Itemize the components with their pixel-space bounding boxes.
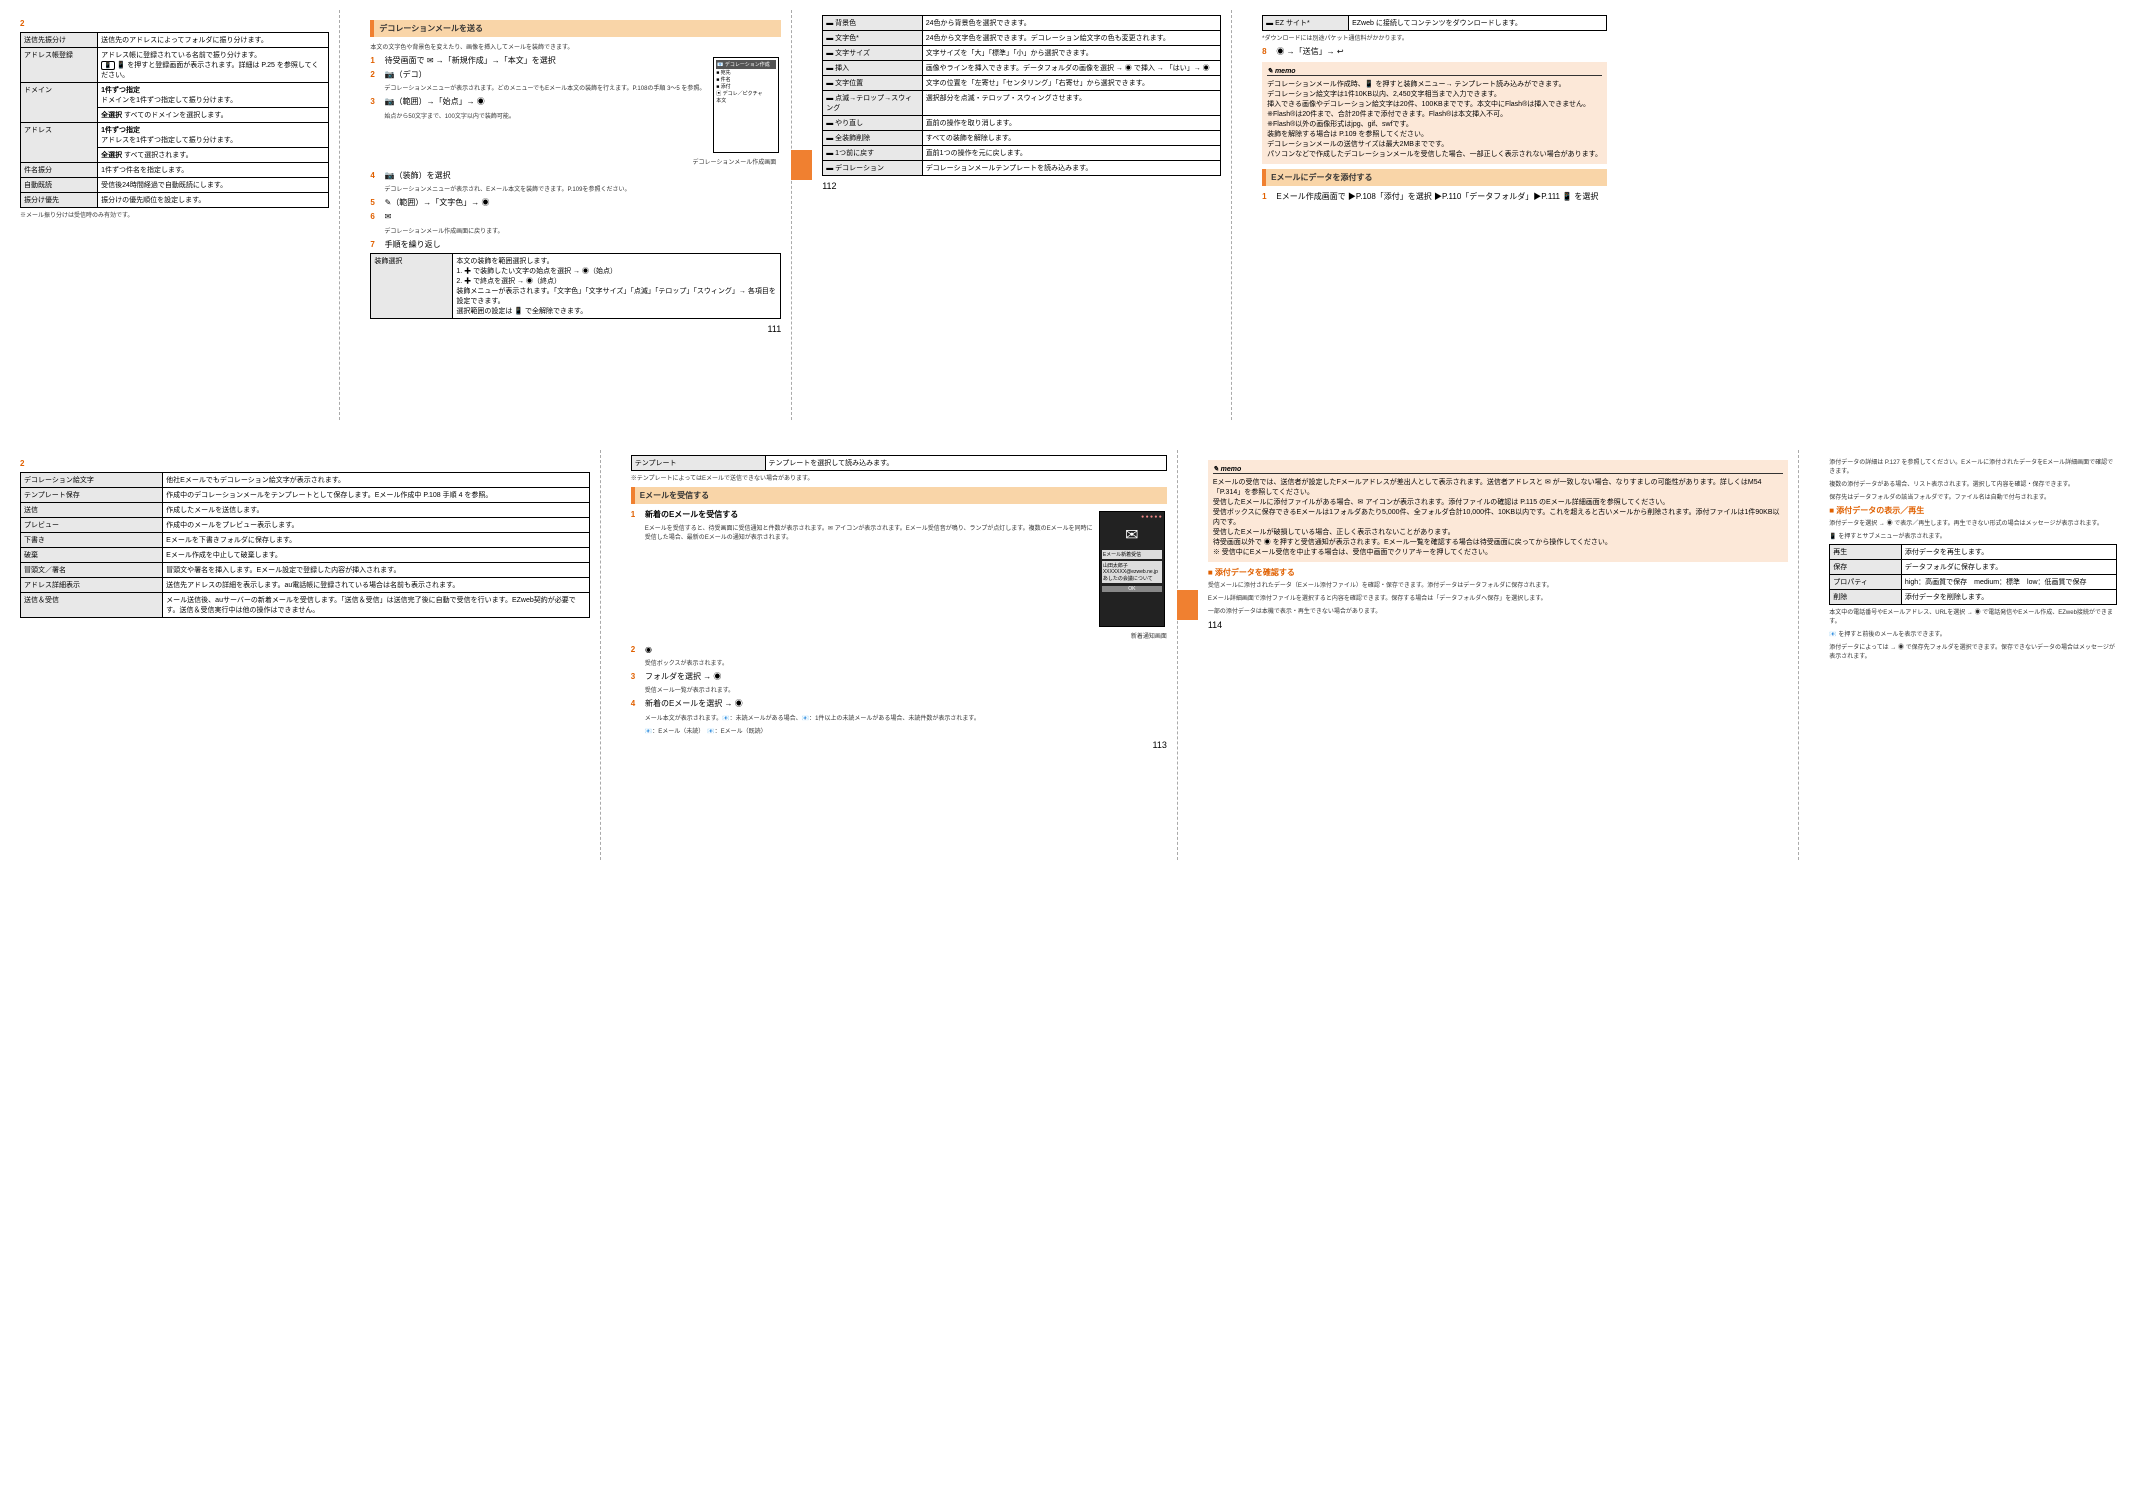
phone-key-icon: 📱 [101, 61, 114, 70]
step-2-num: 2 [20, 18, 32, 29]
subsection-title: ■ 添付データを確認する [1208, 567, 1788, 578]
page-111: デコレーションメールを送る 本文の文字色や背景色を変えたり、画像を挿入してメール… [360, 10, 792, 420]
ez-table: ▬ EZ サイト*EZweb に接続してコンテンツをダウンロードします。 [1262, 15, 1607, 31]
phone-screenshot: 📧 デコレーション作成 ■ 宛先 ■ 件名 ■ 添付 ▣ デコレ／ピクチャ 本文 [713, 57, 779, 153]
decoration-menu-table: ▬ 背景色24色から背景色を選択できます。 ▬ 文字色*24色から文字色を選択で… [822, 15, 1221, 176]
page-113-left: 2 デコレーション絵文字他社Eメールでもデコレーション絵文字が表示されます。 テ… [10, 450, 601, 860]
memo-header: memo [1213, 465, 1783, 474]
page-112: ▬ 背景色24色から背景色を選択できます。 ▬ 文字色*24色から文字色を選択で… [812, 10, 1232, 420]
phone-screenshot: ● ● ● ● ● ✉ Eメール新着受信 山田太郎子 XXXXXXX@ezweb… [1099, 511, 1165, 627]
ok-button[interactable]: OK [1102, 586, 1162, 592]
page-111-left: 2 送信先振分け送信先のアドレスによってフォルダに振り分けます。 アドレス帳登録… [10, 10, 340, 420]
section-title: デコレーションメールを送る [370, 20, 781, 37]
mail-icon: ✉ [1102, 525, 1162, 545]
page-number: 114 [1208, 620, 1788, 630]
thumb-tab [1186, 590, 1198, 620]
attachment-submenu-table: 再生添付データを再生します。 保存データフォルダに保存します。 プロパティhig… [1829, 544, 2117, 605]
page-number: 111 [370, 324, 781, 334]
settings-table: 送信先振分け送信先のアドレスによってフォルダに振り分けます。 アドレス帳登録アド… [20, 32, 329, 208]
phone-caption: 新着通知画面 [645, 631, 1167, 640]
step7-table: 装飾選択 本文の装飾を範囲選択します。 1. ✚ で装飾したい文字の始点を選択 … [370, 253, 781, 319]
page-113: テンプレートテンプレートを選択して読み込みます。 ※テンプレートによってはEメー… [621, 450, 1178, 860]
subsection-title: ■ 添付データの表示／再生 [1829, 505, 2117, 516]
footnote: ※メール振り分けは受信時のみ有効です。 [20, 210, 329, 219]
section-title: Eメールにデータを添付する [1262, 169, 1607, 186]
template-table: テンプレートテンプレートを選択して読み込みます。 [631, 455, 1167, 471]
section-title: Eメールを受信する [631, 487, 1167, 504]
page-113-top: ▬ EZ サイト*EZweb に接続してコンテンツをダウンロードします。 *ダウ… [1252, 10, 1617, 420]
page-114-right: 添付データの詳細は P.127 を参照してください。Eメールに添付されたデータを… [1819, 450, 2127, 860]
icon-legend: 📧：Eメール（未読） 📧：Eメール（既読） [645, 726, 1167, 735]
tbl-label: 送信先振分け [21, 33, 98, 48]
phone-caption: デコレーションメール作成画面 [384, 157, 776, 166]
memo-box: memo Eメールの受信では、送信者が設定したFメールアドレスが差出人として表示… [1208, 460, 1788, 562]
page-number: 112 [822, 181, 1221, 191]
page-number: 113 [631, 740, 1167, 750]
submenu-table: デコレーション絵文字他社Eメールでもデコレーション絵文字が表示されます。 テンプ… [20, 472, 590, 618]
page-114: memo Eメールの受信では、送信者が設定したFメールアドレスが差出人として表示… [1198, 450, 1799, 860]
memo-header: memo [1267, 67, 1602, 76]
step-2-num: 2 [20, 458, 32, 469]
thumb-tab [800, 150, 812, 180]
memo-box: memo デコレーションメール作成時、📱 を押すと装飾メニュー→ テンプレート読… [1262, 62, 1607, 164]
